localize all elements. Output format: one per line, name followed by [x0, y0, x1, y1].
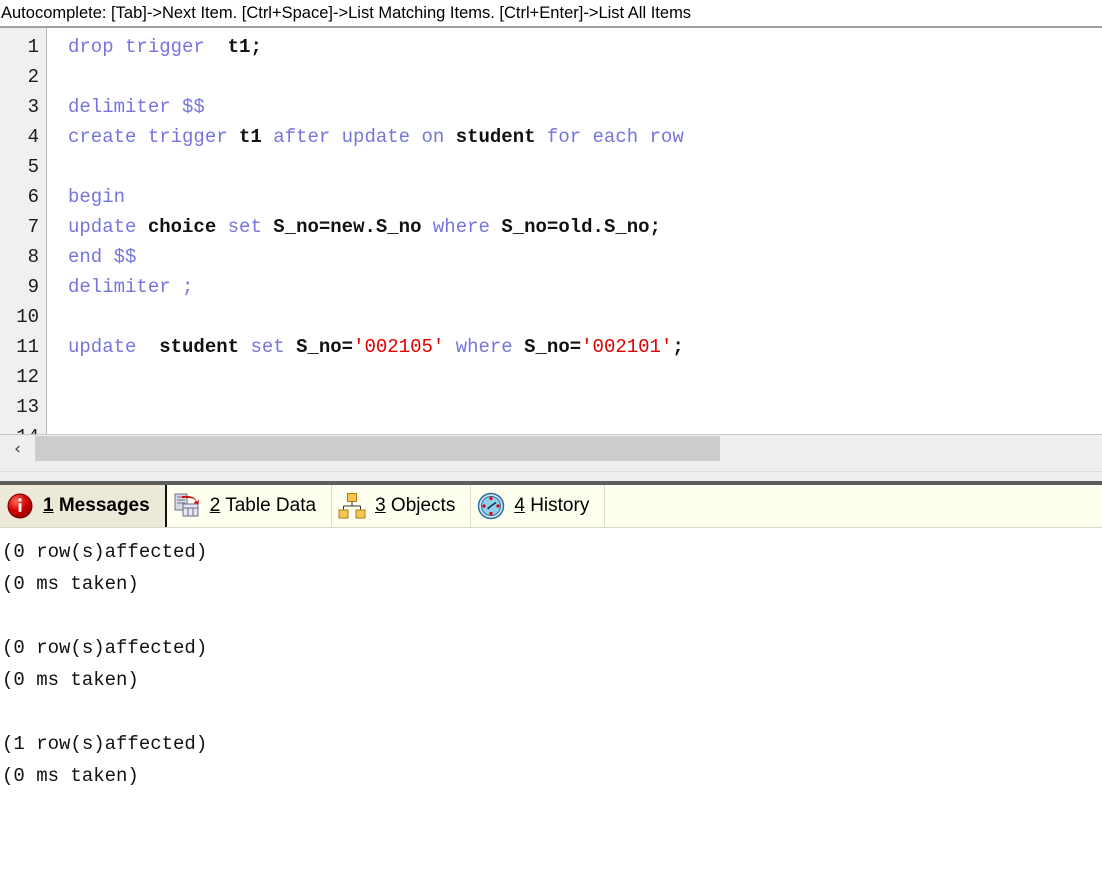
- code-line[interactable]: begin: [68, 182, 1102, 212]
- line-number: 6: [27, 186, 39, 208]
- code-token-kw: end $$: [68, 246, 137, 268]
- editor-horizontal-scrollbar[interactable]: ‹: [0, 434, 1102, 462]
- code-line[interactable]: [68, 152, 1102, 182]
- code-token-kw: update: [68, 336, 160, 358]
- line-number: 13: [16, 396, 39, 418]
- autocomplete-hint-bar: Autocomplete: [Tab]->Next Item. [Ctrl+Sp…: [0, 0, 1102, 26]
- line-number: 11: [16, 336, 39, 358]
- code-line[interactable]: update student set S_no='002105' where S…: [68, 332, 1102, 362]
- line-number-gutter: 1234567891011121314: [0, 28, 47, 462]
- code-line[interactable]: drop trigger t1;: [68, 32, 1102, 62]
- line-number: 1: [27, 36, 39, 58]
- table-data-icon: [174, 493, 199, 517]
- code-token-kw: where: [421, 216, 502, 238]
- code-token-id: S_no=: [524, 336, 582, 358]
- code-token-kw: for each row: [535, 126, 684, 148]
- line-number: 5: [27, 156, 39, 178]
- sql-editor[interactable]: 1234567891011121314 drop trigger t1; del…: [0, 28, 1102, 462]
- scrollbar-thumb[interactable]: [36, 436, 720, 461]
- line-number: 9: [27, 276, 39, 298]
- line-number: 8: [27, 246, 39, 268]
- scrollbar-track[interactable]: [36, 435, 1102, 462]
- code-token-str: '002101': [581, 336, 673, 358]
- tab-label: 4 History: [514, 495, 589, 517]
- tab-text: Messages: [58, 495, 150, 516]
- code-token-id: student: [159, 336, 240, 358]
- code-token-kw: set: [216, 216, 274, 238]
- code-token-str: '002105': [353, 336, 445, 358]
- tab-text: Objects: [390, 495, 456, 516]
- tab-label: 1 Messages: [43, 495, 150, 517]
- objects-icon: [338, 493, 366, 519]
- message-line: (1 row(s)affected): [2, 733, 208, 755]
- code-line[interactable]: [68, 392, 1102, 422]
- code-token-id: t1;: [227, 36, 262, 58]
- line-number: 7: [27, 216, 39, 238]
- code-token-kw: after update on: [261, 126, 456, 148]
- result-tab-bar[interactable]: 1 Messages 2 Table Data 3 Objects 4 History: [0, 485, 1102, 528]
- line-number: 2: [27, 66, 39, 88]
- line-number: 12: [16, 366, 39, 388]
- splitter-line: [0, 462, 1102, 472]
- message-line: (0 ms taken): [2, 573, 139, 595]
- tab-accelerator-number: 4: [514, 495, 525, 516]
- tab-table-data[interactable]: 2 Table Data: [167, 485, 333, 527]
- code-token-kw: create trigger: [68, 126, 240, 148]
- tab-accelerator-number: 3: [375, 495, 386, 516]
- tab-history[interactable]: 4 History: [471, 485, 606, 527]
- code-line[interactable]: create trigger t1 after update on studen…: [68, 122, 1102, 152]
- code-line[interactable]: [68, 302, 1102, 332]
- tab-text: Table Data: [225, 495, 317, 516]
- line-number: 10: [16, 306, 39, 328]
- message-line: (0 row(s)affected): [2, 541, 208, 563]
- code-token-kw: set: [239, 336, 297, 358]
- code-line[interactable]: update choice set S_no=new.S_no where S_…: [68, 212, 1102, 242]
- history-clock-icon: [478, 492, 505, 520]
- message-line: (0 ms taken): [2, 765, 139, 787]
- tab-label: 3 Objects: [375, 495, 455, 517]
- info-icon: [7, 493, 33, 519]
- messages-output-panel: (0 row(s)affected) (0 ms taken) (0 row(s)…: [0, 528, 1102, 858]
- code-token-id: choice: [147, 216, 217, 238]
- sql-code-area[interactable]: drop trigger t1; delimiter $$ create trig…: [47, 28, 1102, 462]
- line-number: 4: [27, 126, 39, 148]
- tab-label: 2 Table Data: [210, 495, 316, 517]
- tab-messages[interactable]: 1 Messages: [0, 485, 167, 527]
- code-token-id: student: [455, 126, 536, 148]
- code-token-kw: where: [444, 336, 525, 358]
- code-token-id: S_no=new.S_no: [273, 216, 422, 238]
- code-token-kw: update: [68, 216, 148, 238]
- line-number: 3: [27, 96, 39, 118]
- code-line[interactable]: end $$: [68, 242, 1102, 272]
- tab-accelerator-number: 2: [209, 495, 221, 516]
- message-line: (0 row(s)affected): [2, 637, 208, 659]
- tab-bar-filler: [605, 485, 1102, 527]
- code-line[interactable]: delimiter $$: [68, 92, 1102, 122]
- code-token-kw: drop trigger: [68, 36, 228, 58]
- tab-accelerator-number: 1: [43, 495, 54, 516]
- code-token-kw: begin: [68, 186, 126, 208]
- code-token-id: ;: [672, 336, 684, 358]
- code-token-id: t1: [239, 126, 262, 148]
- code-token-kw: delimiter ;: [68, 276, 194, 298]
- code-token-kw: delimiter $$: [68, 96, 205, 118]
- code-line[interactable]: delimiter ;: [68, 272, 1102, 302]
- message-line: (0 ms taken): [2, 669, 139, 691]
- tab-text: History: [530, 495, 590, 516]
- panel-splitter[interactable]: [0, 462, 1102, 485]
- code-token-id: S_no=: [296, 336, 354, 358]
- scroll-left-arrow-icon[interactable]: ‹: [0, 435, 36, 462]
- sql-editor-panel[interactable]: 1234567891011121314 drop trigger t1; del…: [0, 26, 1102, 462]
- tab-objects[interactable]: 3 Objects: [332, 485, 472, 527]
- code-line[interactable]: [68, 362, 1102, 392]
- code-line[interactable]: [68, 62, 1102, 92]
- code-token-id: S_no=old.S_no;: [501, 216, 661, 238]
